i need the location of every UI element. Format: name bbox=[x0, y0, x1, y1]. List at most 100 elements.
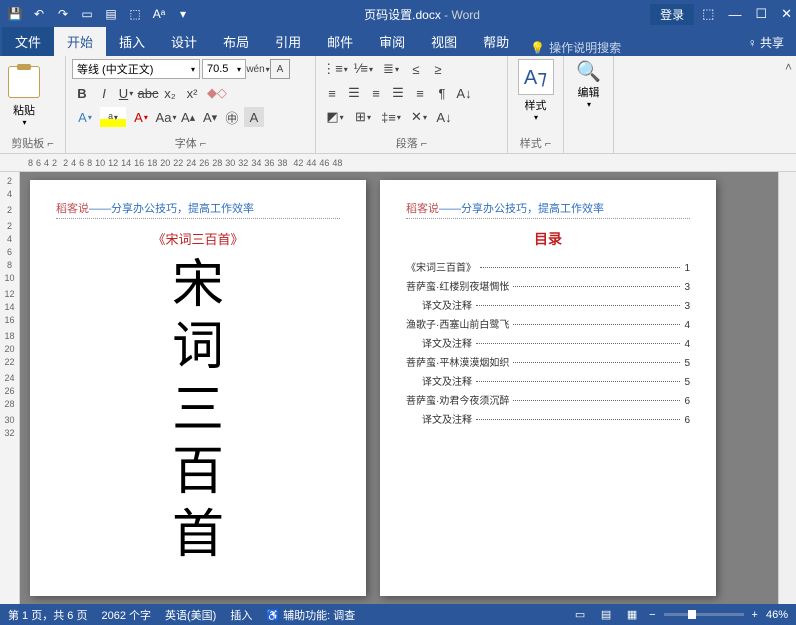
highlight-button[interactable]: ᵃ▾ bbox=[100, 107, 126, 127]
char-scale-button[interactable]: ✕▾ bbox=[406, 107, 432, 127]
qat-btn1[interactable]: ▭ bbox=[76, 3, 98, 25]
bold-button[interactable]: B bbox=[72, 83, 92, 103]
qat-btn3[interactable]: ⬚ bbox=[124, 3, 146, 25]
zoom-out-button[interactable]: − bbox=[649, 609, 655, 621]
maximize-icon[interactable]: ☐ bbox=[755, 6, 767, 22]
vertical-ruler[interactable]: 2422468101214161820222426283032 bbox=[0, 172, 20, 604]
read-mode-icon[interactable]: ▭ bbox=[571, 608, 589, 622]
web-layout-icon[interactable]: ▦ bbox=[623, 608, 641, 622]
tab-help[interactable]: 帮助 bbox=[470, 27, 522, 56]
undo-icon[interactable]: ↶ bbox=[28, 3, 50, 25]
group-styles-label: 样式 ⌐ bbox=[514, 133, 557, 153]
show-marks-button[interactable]: ¶ bbox=[432, 83, 452, 103]
group-paragraph-label: 段落 ⌐ bbox=[322, 133, 501, 153]
sort-az-button[interactable]: A↓ bbox=[434, 107, 454, 127]
clipboard-icon bbox=[8, 66, 40, 98]
tab-home[interactable]: 开始 bbox=[54, 27, 106, 56]
qat-more[interactable]: ▾ bbox=[172, 3, 194, 25]
align-center-button[interactable]: ☰ bbox=[344, 83, 364, 103]
page-1: 稻客说——分享办公技巧，提高工作效率 《宋词三百首》 宋词三百首 bbox=[30, 180, 366, 596]
status-page[interactable]: 第 1 页，共 6 页 bbox=[8, 607, 87, 623]
tab-references[interactable]: 引用 bbox=[262, 27, 314, 56]
tab-view[interactable]: 视图 bbox=[418, 27, 470, 56]
zoom-level[interactable]: 46% bbox=[766, 609, 788, 621]
qat-btn4[interactable]: Aᵃ bbox=[148, 3, 170, 25]
status-accessibility[interactable]: ♿ 辅助功能: 调查 bbox=[266, 607, 355, 623]
shading-button[interactable]: ◩▾ bbox=[322, 107, 348, 127]
toc-item: 菩萨蛮·劝君今夜须沉醉6 bbox=[406, 390, 690, 409]
status-language[interactable]: 英语(美国) bbox=[165, 607, 216, 623]
subscript-button[interactable]: x₂ bbox=[160, 83, 180, 103]
decrease-indent-button[interactable]: ≤ bbox=[406, 59, 426, 79]
numbering-button[interactable]: ⅟≡▾ bbox=[350, 59, 376, 79]
vertical-scrollbar[interactable] bbox=[778, 172, 796, 604]
edit-button[interactable]: 🔍 编辑 ▾ bbox=[576, 59, 601, 109]
text-effects-button[interactable]: A▾ bbox=[72, 107, 98, 127]
tab-mailings[interactable]: 邮件 bbox=[314, 27, 366, 56]
char-border-button[interactable]: A bbox=[270, 59, 290, 79]
phonetic-button[interactable]: wén▾ bbox=[248, 59, 268, 79]
char-shading-button[interactable]: A bbox=[244, 107, 264, 127]
group-font-label: 字体 ⌐ bbox=[72, 133, 309, 153]
tab-design[interactable]: 设计 bbox=[158, 27, 210, 56]
styles-icon: A⁊ bbox=[518, 59, 554, 95]
status-words[interactable]: 2062 个字 bbox=[101, 607, 151, 623]
bullets-button[interactable]: ⋮≡▾ bbox=[322, 59, 348, 79]
minimize-icon[interactable]: — bbox=[728, 7, 741, 22]
zoom-slider[interactable] bbox=[664, 613, 744, 616]
document-area[interactable]: 稻客说——分享办公技巧，提高工作效率 《宋词三百首》 宋词三百首 稻客说——分享… bbox=[20, 172, 778, 604]
toc-item: 菩萨蛮·红楼别夜堪惆怅3 bbox=[406, 276, 690, 295]
strikethrough-button[interactable]: abc bbox=[138, 83, 158, 103]
superscript-button[interactable]: x² bbox=[182, 83, 202, 103]
shrink-font-button[interactable]: A▾ bbox=[200, 107, 220, 127]
login-button[interactable]: 登录 bbox=[650, 4, 694, 25]
styles-button[interactable]: A⁊ 样式 ▾ bbox=[518, 59, 554, 122]
toc-item: 译文及注释3 bbox=[406, 295, 690, 314]
close-icon[interactable]: ✕ bbox=[781, 6, 792, 22]
tab-file[interactable]: 文件 bbox=[2, 27, 54, 56]
save-icon[interactable]: 💾 bbox=[4, 3, 26, 25]
tab-layout[interactable]: 布局 bbox=[210, 27, 262, 56]
toc-item: 译文及注释6 bbox=[406, 409, 690, 428]
italic-button[interactable]: I bbox=[94, 83, 114, 103]
multilevel-button[interactable]: ≣▾ bbox=[378, 59, 404, 79]
print-layout-icon[interactable]: ▤ bbox=[597, 608, 615, 622]
toc-title: 目录 bbox=[406, 229, 690, 249]
ribbon-options-icon[interactable]: ⬚ bbox=[702, 6, 714, 22]
grow-font-button[interactable]: A▴ bbox=[178, 107, 198, 127]
toc-item: 译文及注释5 bbox=[406, 371, 690, 390]
tell-me[interactable]: 💡操作说明搜索 bbox=[530, 39, 625, 56]
font-size-combo[interactable]: 70.5▾ bbox=[202, 59, 246, 79]
status-insert[interactable]: 插入 bbox=[230, 607, 252, 623]
justify-button[interactable]: ☰ bbox=[388, 83, 408, 103]
window-title: 页码设置.docx - Word bbox=[194, 6, 650, 23]
toc-item: 译文及注释4 bbox=[406, 333, 690, 352]
zoom-in-button[interactable]: + bbox=[752, 609, 758, 621]
increase-indent-button[interactable]: ≥ bbox=[428, 59, 448, 79]
borders-button[interactable]: ⊞▾ bbox=[350, 107, 376, 127]
clear-format-button[interactable]: ◆◇ bbox=[204, 83, 230, 103]
toc-item: 渔歌子·西塞山前白鹭飞4 bbox=[406, 314, 690, 333]
change-case-button[interactable]: Aa▾ bbox=[156, 107, 176, 127]
distributed-button[interactable]: ≡ bbox=[410, 83, 430, 103]
tab-insert[interactable]: 插入 bbox=[106, 27, 158, 56]
title-characters: 宋词三百首 bbox=[56, 254, 340, 566]
toc-item: 菩萨蛮·平林漠漠烟如织5 bbox=[406, 352, 690, 371]
collapse-ribbon-icon[interactable]: ˄ bbox=[785, 60, 792, 74]
table-of-contents: 《宋词三百首》1菩萨蛮·红楼别夜堪惆怅3译文及注释3渔歌子·西塞山前白鹭飞4译文… bbox=[406, 257, 690, 428]
line-spacing-button[interactable]: ‡≡▾ bbox=[378, 107, 404, 127]
qat-btn2[interactable]: ▤ bbox=[100, 3, 122, 25]
enclose-char-button[interactable]: ㊥ bbox=[222, 107, 242, 127]
paste-button[interactable]: 粘贴 ▾ bbox=[6, 64, 42, 129]
share-button[interactable]: ♀ 共享 bbox=[736, 29, 796, 56]
align-left-button[interactable]: ≡ bbox=[322, 83, 342, 103]
font-color-button[interactable]: A▾ bbox=[128, 107, 154, 127]
underline-button[interactable]: U▾ bbox=[116, 83, 136, 103]
tab-review[interactable]: 审阅 bbox=[366, 27, 418, 56]
sort-button[interactable]: A↓ bbox=[454, 83, 474, 103]
align-right-button[interactable]: ≡ bbox=[366, 83, 386, 103]
page-header: 稻客说——分享办公技巧，提高工作效率 bbox=[406, 200, 690, 219]
horizontal-ruler[interactable]: 8642246810121416182022242628303234363842… bbox=[0, 154, 796, 172]
redo-icon[interactable]: ↷ bbox=[52, 3, 74, 25]
font-name-combo[interactable]: 等线 (中文正文)▾ bbox=[72, 59, 200, 79]
